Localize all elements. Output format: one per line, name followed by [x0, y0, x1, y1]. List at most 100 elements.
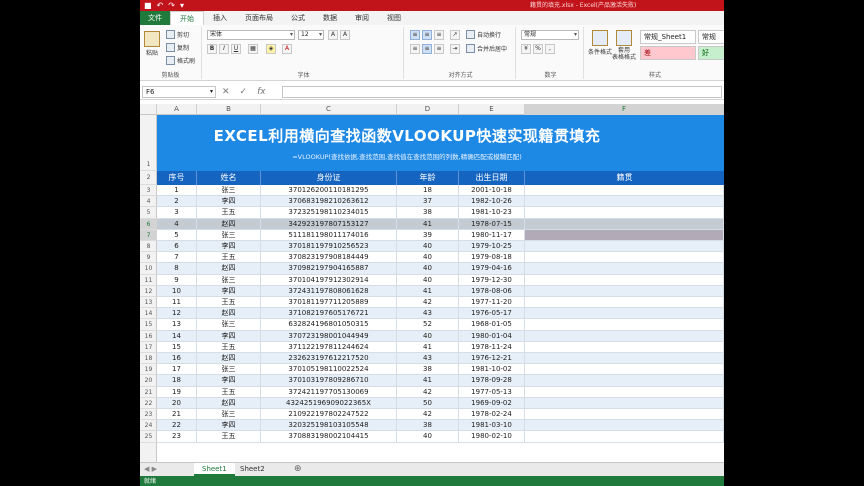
borders-button[interactable]: ▦ [248, 44, 258, 54]
cell-name[interactable]: 张三 [197, 319, 261, 331]
wrap-text-button[interactable]: 自动换行 [466, 30, 501, 39]
cell-birth-date[interactable]: 1978-11-24 [459, 341, 525, 353]
undo-icon[interactable]: ↶ [157, 1, 164, 10]
cell-age[interactable]: 42 [397, 409, 459, 421]
cut-button[interactable]: 剪切 [166, 30, 189, 39]
cell-age[interactable]: 38 [397, 420, 459, 432]
tab-home[interactable]: 开始 [170, 11, 204, 25]
cell-birth-date[interactable]: 1978-02-24 [459, 409, 525, 421]
cell-age[interactable]: 37 [397, 196, 459, 208]
cell-birth-date[interactable]: 1978-09-28 [459, 375, 525, 387]
cell-native-place[interactable] [525, 386, 724, 398]
bold-button[interactable]: B [207, 44, 217, 54]
cell-name[interactable]: 李四 [197, 420, 261, 432]
cell-id-card[interactable]: 370883198002104415 [261, 431, 397, 443]
cell-name[interactable]: 张三 [197, 274, 261, 286]
cell-native-place[interactable] [525, 353, 724, 365]
cell-birth-date[interactable]: 1981-10-23 [459, 207, 525, 219]
cell-native-place[interactable] [525, 185, 724, 197]
cell-id-card[interactable]: 370181197910256523 [261, 241, 397, 253]
cell-birth-date[interactable]: 1980-01-04 [459, 330, 525, 342]
cell-name[interactable]: 张三 [197, 409, 261, 421]
column-header-e[interactable]: E [459, 104, 525, 115]
cell-native-place[interactable] [525, 397, 724, 409]
percent-button[interactable]: % [533, 44, 543, 54]
cell-birth-date[interactable]: 1981-10-02 [459, 364, 525, 376]
cell-id-card[interactable]: 370104197912302914 [261, 274, 397, 286]
tab-review[interactable]: 审阅 [346, 11, 378, 25]
cell-age[interactable]: 42 [397, 386, 459, 398]
cell-id-card[interactable]: 371122197811244624 [261, 341, 397, 353]
cell-native-place[interactable] [525, 420, 724, 432]
row-header[interactable]: 4 [140, 196, 157, 208]
cell-id-card[interactable]: 370723198001044949 [261, 330, 397, 342]
cell-index[interactable]: 18 [157, 375, 197, 387]
tab-insert[interactable]: 插入 [204, 11, 236, 25]
font-color-button[interactable]: A [282, 44, 292, 54]
format-as-table-button[interactable]: 套用 表格格式 [612, 30, 636, 61]
align-right-button[interactable]: ≡ [434, 44, 444, 54]
conditional-format-button[interactable]: 条件格式 [588, 30, 612, 56]
row-header[interactable]: 17 [140, 342, 157, 353]
cell-index[interactable]: 21 [157, 409, 197, 421]
sheet-nav-arrows[interactable]: ◀ ▶ [144, 465, 157, 473]
orientation-button[interactable]: ↗ [450, 30, 460, 40]
column-header-d[interactable]: D [397, 104, 459, 115]
tab-formulas[interactable]: 公式 [282, 11, 314, 25]
cell-birth-date[interactable]: 1977-11-20 [459, 297, 525, 309]
cell-birth-date[interactable]: 1976-12-21 [459, 353, 525, 365]
cell-birth-date[interactable]: 1980-11-17 [459, 229, 525, 241]
cell-native-place[interactable] [525, 297, 724, 309]
cell-id-card[interactable]: 370683198210263612 [261, 196, 397, 208]
row-header[interactable]: 25 [140, 431, 157, 443]
style-normal[interactable]: 常规 [698, 30, 724, 44]
name-box[interactable]: F6 [142, 86, 216, 98]
cell-age[interactable]: 40 [397, 274, 459, 286]
cell-birth-date[interactable]: 1969-09-02 [459, 397, 525, 409]
column-header-c[interactable]: C [261, 104, 397, 115]
cell-native-place[interactable] [525, 207, 724, 219]
row-header[interactable]: 3 [140, 185, 157, 197]
align-center-button[interactable]: ≡ [422, 44, 432, 54]
row-header[interactable]: 6 [140, 218, 157, 230]
row-header[interactable]: 18 [140, 353, 157, 365]
cell-native-place[interactable] [525, 375, 724, 387]
currency-button[interactable]: ¥ [521, 44, 531, 54]
cell-age[interactable]: 18 [397, 185, 459, 197]
cell-native-place[interactable] [525, 218, 724, 230]
save-icon[interactable]: ■ [144, 1, 152, 10]
comma-button[interactable]: , [545, 44, 555, 54]
fill-color-button[interactable]: ◈ [266, 44, 276, 54]
cell-id-card[interactable]: 342923197807153127 [261, 218, 397, 230]
cell-age[interactable]: 38 [397, 207, 459, 219]
cell-age[interactable]: 40 [397, 241, 459, 253]
add-sheet-button[interactable]: ⊕ [286, 463, 310, 476]
cell-name[interactable]: 赵四 [197, 308, 261, 320]
row-header[interactable]: 22 [140, 398, 157, 409]
cell-id-card[interactable]: 370105198110022524 [261, 364, 397, 376]
align-bottom-button[interactable]: ≡ [434, 30, 444, 40]
shrink-font-button[interactable]: A [340, 30, 350, 40]
cell-id-card[interactable]: 370181197711205889 [261, 297, 397, 309]
row-header[interactable]: 19 [140, 364, 157, 376]
cell-age[interactable]: 39 [397, 229, 459, 241]
cell-age[interactable]: 43 [397, 308, 459, 320]
row-header[interactable]: 9 [140, 252, 157, 264]
cell-name[interactable]: 王五 [197, 252, 261, 264]
cell-id-card[interactable]: 432425196909022365X [261, 397, 397, 409]
formula-input[interactable] [282, 86, 722, 98]
cell-id-card[interactable]: 370982197904165887 [261, 263, 397, 275]
cell-native-place[interactable] [525, 229, 724, 241]
cell-age[interactable]: 40 [397, 252, 459, 264]
tab-data[interactable]: 数据 [314, 11, 346, 25]
cell-index[interactable]: 4 [157, 218, 197, 230]
column-header-b[interactable]: B [197, 104, 261, 115]
column-header-f[interactable]: F [525, 104, 724, 115]
style-bad[interactable]: 差 [640, 46, 696, 60]
cell-age[interactable]: 41 [397, 341, 459, 353]
cell-index[interactable]: 16 [157, 353, 197, 365]
cell-birth-date[interactable]: 1979-10-25 [459, 241, 525, 253]
cell-name[interactable]: 张三 [197, 364, 261, 376]
cell-id-card[interactable]: 632824196801050315 [261, 319, 397, 331]
copy-button[interactable]: 复制 [166, 43, 189, 52]
